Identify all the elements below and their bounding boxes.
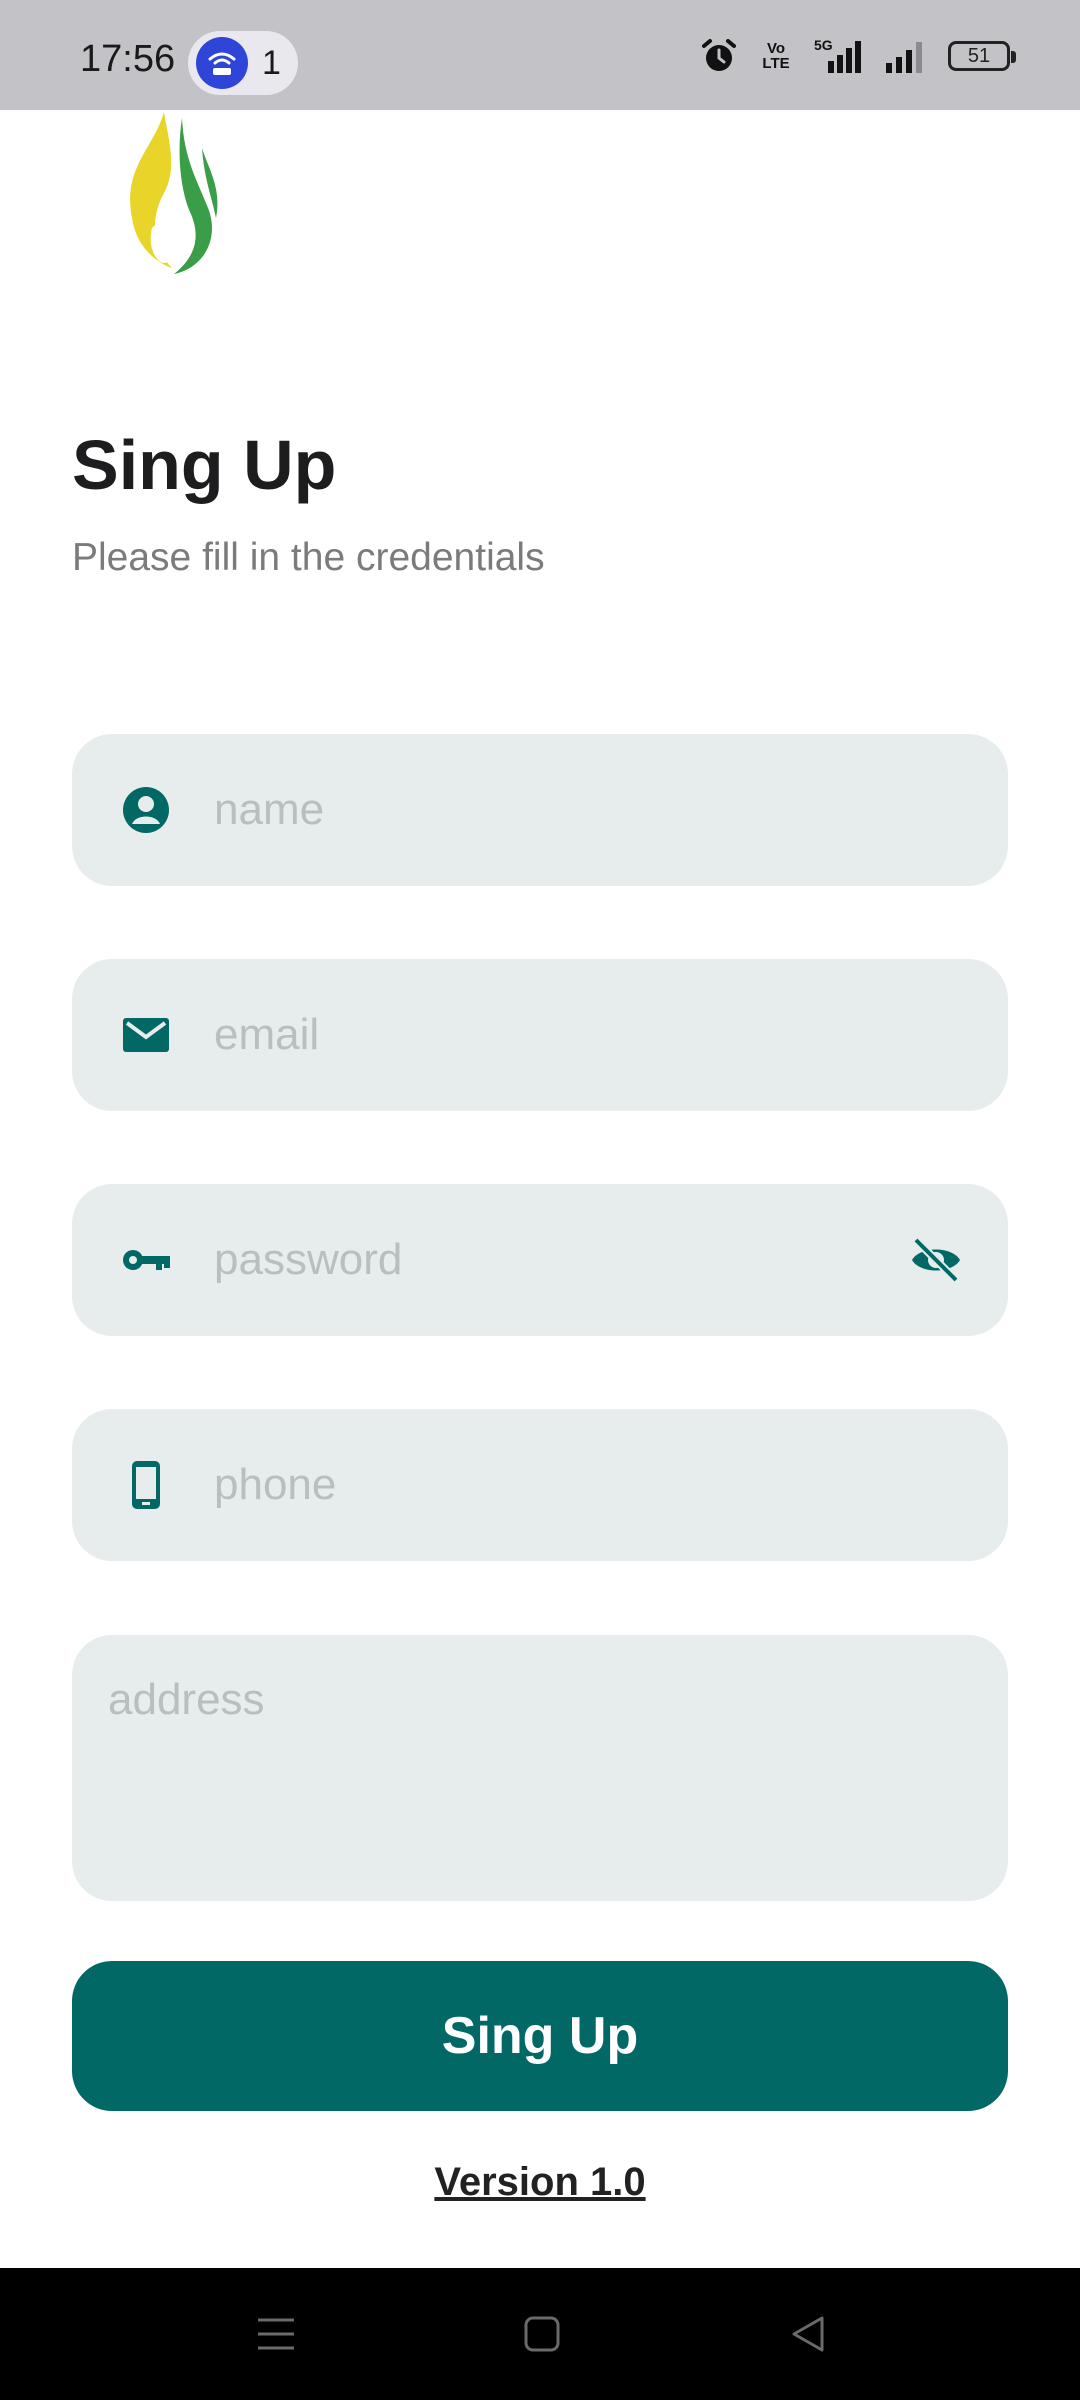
battery-icon: 51: [948, 41, 1016, 71]
alarm-icon: [702, 39, 736, 71]
name-field[interactable]: [72, 734, 1008, 886]
email-input[interactable]: [214, 959, 904, 1111]
hotspot-count: 1: [262, 44, 281, 82]
signal-icon: [886, 42, 922, 73]
page-subtitle: Please fill in the credentials: [72, 536, 545, 579]
person-icon: [123, 787, 169, 833]
signal-5g-icon: 5G: [814, 37, 866, 75]
page-title: Sing Up: [72, 426, 337, 504]
phone-device-icon: [132, 1461, 160, 1509]
status-bar: 17:56 1 Vo LTE 5G 51: [0, 0, 1080, 110]
password-input[interactable]: [214, 1184, 904, 1336]
email-field[interactable]: [72, 959, 1008, 1111]
home-icon[interactable]: [520, 2312, 564, 2356]
hotspot-icon: [196, 37, 248, 89]
version-link[interactable]: Version 1.0: [0, 2160, 1080, 2205]
navigation-bar: [0, 2268, 1080, 2400]
status-time: 17:56: [80, 38, 176, 80]
status-icons: Vo LTE 5G 51: [700, 36, 1016, 76]
back-icon[interactable]: [786, 2312, 830, 2356]
key-icon: [123, 1250, 170, 1270]
volte-icon: Vo LTE: [762, 40, 790, 72]
hotspot-indicator[interactable]: 1: [188, 31, 298, 95]
address-input[interactable]: [108, 1675, 968, 1875]
phone-field[interactable]: [72, 1409, 1008, 1561]
eye-off-icon[interactable]: [908, 1232, 964, 1288]
address-field[interactable]: [72, 1635, 1008, 1901]
menu-icon[interactable]: [254, 2312, 298, 2356]
phone-input[interactable]: [214, 1409, 904, 1561]
name-input[interactable]: [214, 734, 904, 886]
logo-flame-icon: [130, 112, 218, 274]
signup-button[interactable]: Sing Up: [72, 1961, 1008, 2111]
password-field[interactable]: [72, 1184, 1008, 1336]
mail-icon: [123, 1018, 169, 1052]
signup-screen: 17:56 1 Vo LTE 5G 51 Sing Up Please fill…: [0, 0, 1080, 2400]
